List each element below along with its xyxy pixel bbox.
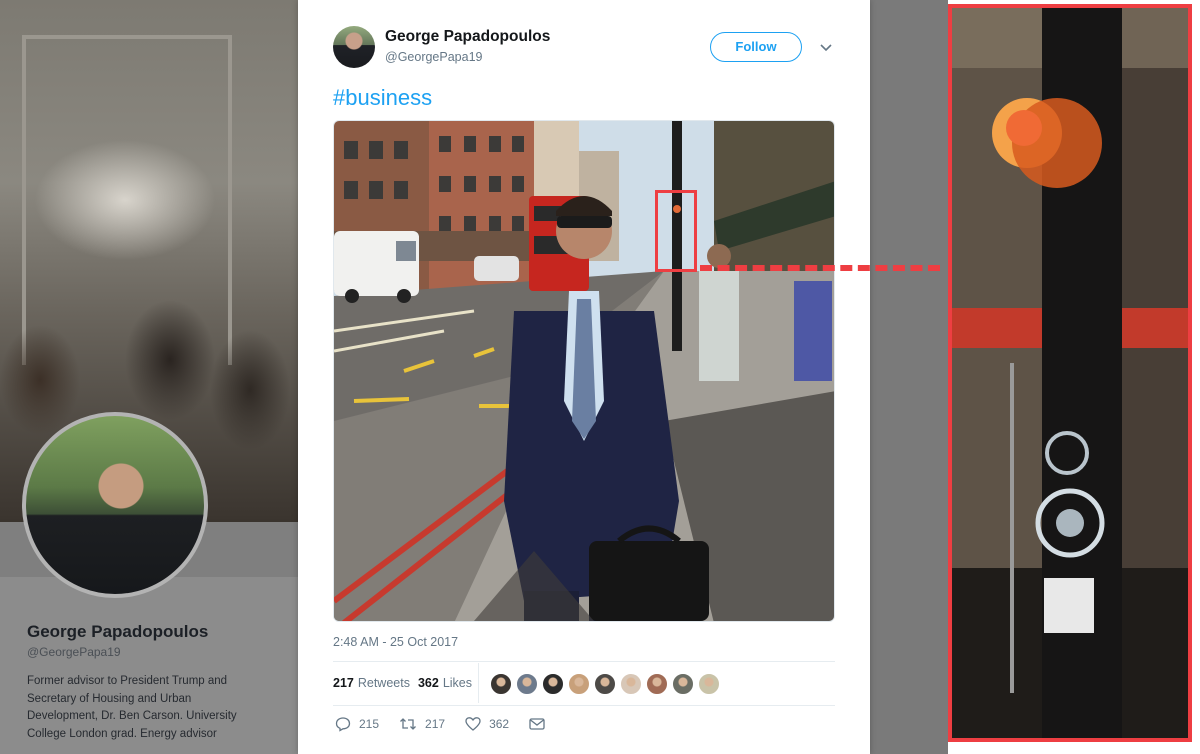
author-avatar[interactable] bbox=[333, 26, 375, 68]
divider bbox=[478, 663, 479, 703]
retweet-action-count: 217 bbox=[425, 717, 446, 731]
like-action-count: 362 bbox=[489, 717, 510, 731]
tweet-card: George Papadopoulos @GeorgePapa19 Follow… bbox=[298, 0, 870, 754]
like-button[interactable]: 362 bbox=[465, 716, 509, 732]
reply-count: 215 bbox=[359, 717, 380, 731]
liker-avatar[interactable] bbox=[568, 673, 590, 695]
profile-avatar[interactable] bbox=[22, 412, 208, 598]
divider bbox=[333, 705, 835, 706]
liker-avatars bbox=[490, 673, 724, 695]
author-handle[interactable]: @GeorgePapa19 bbox=[385, 50, 482, 64]
chevron-down-icon[interactable] bbox=[819, 40, 833, 54]
highlight-box bbox=[655, 190, 697, 272]
reply-icon bbox=[335, 717, 351, 732]
liker-avatar[interactable] bbox=[646, 673, 668, 695]
tweet-timestamp[interactable]: 2:48 AM - 25 Oct 2017 bbox=[333, 635, 458, 649]
heart-icon bbox=[465, 717, 481, 731]
zoom-inset bbox=[948, 4, 1192, 742]
tweet-stats: 217 Retweets 362 Likes bbox=[333, 676, 480, 690]
direct-message-button[interactable] bbox=[529, 717, 553, 731]
likes-label: Likes bbox=[442, 676, 473, 690]
dashed-connector bbox=[700, 265, 940, 271]
profile-bio: Former advisor to President Trump and Se… bbox=[27, 675, 237, 740]
author-name[interactable]: George Papadopoulos bbox=[385, 28, 550, 46]
tweet-photo[interactable] bbox=[333, 120, 835, 622]
liker-avatar[interactable] bbox=[672, 673, 694, 695]
liker-avatar[interactable] bbox=[594, 673, 616, 695]
tweet-hashtag[interactable]: #business bbox=[333, 85, 432, 111]
tweet-actions: 215 217 362 bbox=[335, 716, 573, 732]
retweets-stat[interactable]: 217 Retweets bbox=[333, 676, 410, 690]
overlay-backdrop bbox=[870, 0, 948, 754]
likes-stat[interactable]: 362 Likes bbox=[418, 676, 472, 690]
envelope-icon bbox=[529, 718, 545, 730]
profile-handle[interactable]: @GeorgePapa19 bbox=[27, 645, 121, 659]
retweet-button[interactable]: 217 bbox=[399, 716, 445, 732]
liker-avatar[interactable] bbox=[620, 673, 642, 695]
retweets-count: 217 bbox=[333, 676, 354, 690]
wall-molding bbox=[22, 35, 232, 39]
profile-name[interactable]: George Papadopoulos bbox=[27, 622, 208, 642]
retweet-icon bbox=[400, 718, 416, 730]
liker-avatar[interactable] bbox=[542, 673, 564, 695]
divider bbox=[333, 661, 835, 662]
retweets-label: Retweets bbox=[357, 676, 410, 690]
follow-button[interactable]: Follow bbox=[710, 32, 802, 62]
liker-avatar[interactable] bbox=[490, 673, 512, 695]
likes-count: 362 bbox=[417, 676, 439, 690]
reply-button[interactable]: 215 bbox=[335, 716, 379, 732]
liker-avatar[interactable] bbox=[516, 673, 538, 695]
liker-avatar[interactable] bbox=[698, 673, 720, 695]
